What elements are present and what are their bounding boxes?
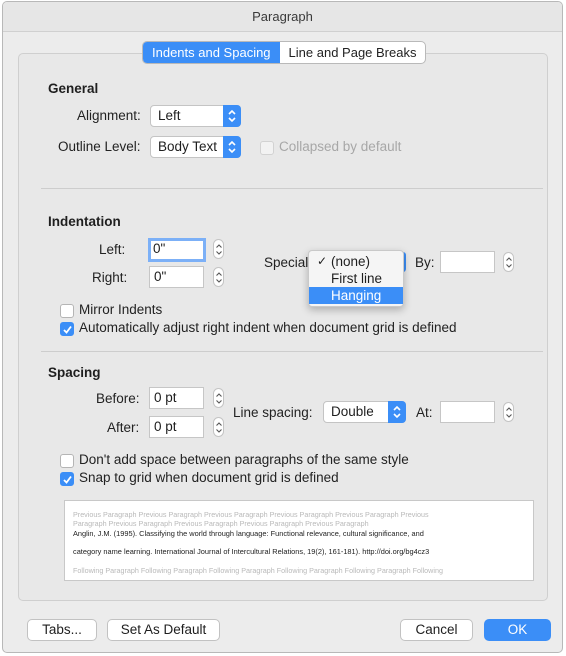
special-label: Special — [264, 255, 309, 270]
dont-add-space-checkbox[interactable] — [60, 454, 74, 468]
by-input[interactable] — [440, 251, 495, 273]
indentation-heading: Indentation — [48, 214, 121, 229]
chevron-updown-icon — [223, 136, 241, 158]
section-divider — [41, 188, 543, 189]
menu-item-hanging[interactable]: Hanging — [309, 287, 403, 304]
spacing-before-stepper[interactable] — [213, 388, 224, 408]
paragraph-preview: Previous Paragraph Previous Paragraph Pr… — [64, 500, 534, 581]
preview-previous-line: Previous Paragraph Previous Paragraph Pr… — [73, 510, 429, 519]
chevron-updown-icon — [388, 401, 406, 423]
indent-right-stepper[interactable] — [213, 267, 224, 287]
tab-bar: Indents and Spacing Line and Page Breaks — [142, 41, 427, 64]
preview-following-line: Following Paragraph Following Paragraph … — [73, 565, 443, 575]
outline-level-label: Outline Level: — [58, 139, 141, 154]
snap-to-grid-label: Snap to grid when document grid is defin… — [79, 470, 339, 485]
preview-sample-line: category name learning. International Jo… — [73, 547, 430, 557]
ok-button[interactable]: OK — [484, 619, 551, 641]
at-label: At: — [416, 405, 433, 420]
paragraph-dialog: Paragraph Indents and Spacing Line and P… — [2, 1, 563, 653]
chevron-updown-icon — [223, 105, 241, 127]
alignment-select[interactable]: Left — [150, 105, 241, 127]
special-dropdown-menu: ✓ (none) First line Hanging — [308, 250, 404, 307]
tab-line-and-page-breaks[interactable]: Line and Page Breaks — [280, 42, 426, 63]
auto-adjust-checkbox[interactable] — [60, 322, 74, 336]
alignment-label: Alignment: — [77, 108, 141, 123]
spacing-before-label: Before: — [96, 391, 140, 406]
menu-item-none[interactable]: ✓ (none) — [309, 253, 403, 270]
set-as-default-button[interactable]: Set As Default — [107, 619, 220, 641]
alignment-value: Left — [158, 108, 181, 123]
indent-right-input[interactable]: 0" — [149, 266, 204, 288]
indent-left-label: Left: — [99, 242, 126, 257]
spacing-after-label: After: — [107, 420, 140, 435]
dont-add-space-label: Don't add space between paragraphs of th… — [79, 452, 409, 467]
snap-to-grid-checkbox[interactable] — [60, 472, 74, 486]
mirror-indents-label: Mirror Indents — [79, 302, 163, 317]
cancel-button[interactable]: Cancel — [400, 619, 473, 641]
menu-item-first-line[interactable]: First line — [309, 270, 403, 287]
line-spacing-select[interactable]: Double — [323, 401, 406, 423]
preview-sample-line: Anglin, J.M. (1995). Classifying the wor… — [73, 528, 424, 538]
at-stepper[interactable] — [503, 402, 514, 422]
outline-level-value: Body Text — [158, 139, 218, 154]
outline-level-select[interactable]: Body Text — [150, 136, 241, 158]
tab-indents-and-spacing[interactable]: Indents and Spacing — [143, 42, 280, 63]
at-input[interactable] — [440, 401, 495, 423]
line-spacing-label: Line spacing: — [233, 405, 313, 420]
indent-left-stepper[interactable] — [213, 239, 224, 259]
collapsed-checkbox — [260, 141, 274, 155]
by-label: By: — [415, 255, 435, 270]
general-heading: General — [48, 81, 99, 96]
line-spacing-value: Double — [331, 404, 374, 419]
indent-left-input[interactable]: 0" — [148, 238, 206, 262]
checkmark-icon: ✓ — [317, 254, 328, 268]
spacing-after-input[interactable]: 0 pt — [149, 416, 204, 438]
spacing-heading: Spacing — [48, 365, 101, 380]
spacing-before-input[interactable]: 0 pt — [149, 387, 204, 409]
indent-right-label: Right: — [92, 270, 128, 285]
preview-previous-line: Paragraph Previous Paragraph Previous Pa… — [73, 519, 369, 529]
by-stepper[interactable] — [503, 252, 514, 272]
auto-adjust-label: Automatically adjust right indent when d… — [79, 320, 457, 335]
mirror-indents-checkbox[interactable] — [60, 304, 74, 318]
section-divider — [41, 351, 543, 352]
tabs-button[interactable]: Tabs... — [27, 619, 97, 641]
collapsed-label: Collapsed by default — [279, 139, 402, 154]
spacing-after-stepper[interactable] — [213, 417, 224, 437]
window-title: Paragraph — [3, 2, 562, 32]
